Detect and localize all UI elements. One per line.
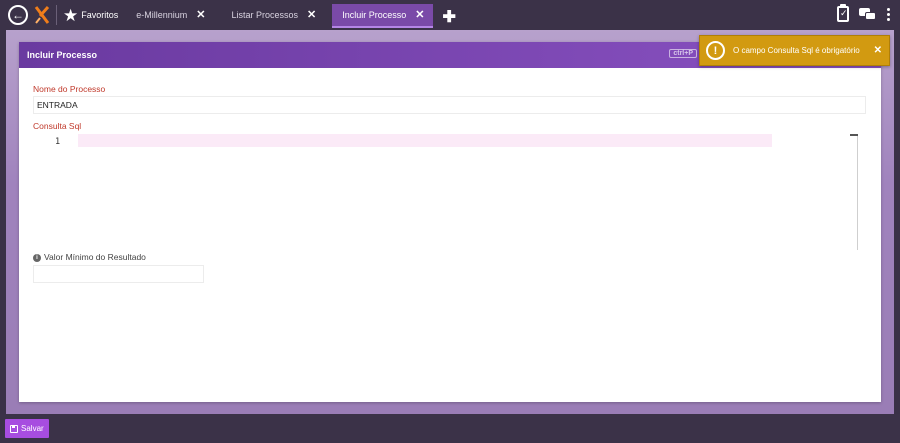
clipboard-check-icon[interactable] [837, 4, 849, 22]
toast-close-icon[interactable]: ✕ [874, 45, 882, 56]
save-button[interactable]: Salvar [5, 419, 49, 438]
exclamation-circle-icon: ! [706, 41, 725, 60]
editor-scrollbar[interactable] [857, 134, 858, 250]
nome-processo-input[interactable]: ENTRADA [33, 96, 866, 114]
app-logo-icon[interactable] [34, 6, 50, 24]
nome-processo-value: ENTRADA [37, 100, 78, 110]
tab-label: e-Millennium [136, 10, 188, 20]
active-line-highlight [78, 134, 772, 147]
workspace: Incluir Processo ctrl+P Nome do Processo… [6, 30, 894, 414]
back-button[interactable]: ← [8, 5, 28, 25]
back-arrow-icon: ← [12, 8, 24, 22]
top-right-actions [837, 4, 890, 22]
panel-title: Incluir Processo [27, 50, 98, 60]
chat-bubbles-icon[interactable] [859, 7, 877, 21]
floppy-disk-icon [10, 424, 18, 433]
kebab-menu-icon[interactable] [887, 7, 890, 21]
shortcut-hint: ctrl+P [669, 49, 701, 58]
save-label: Salvar [21, 424, 44, 433]
info-circle-icon: i [33, 253, 41, 262]
tab-incluir-processo[interactable]: Incluir Processo ✕ [332, 4, 433, 28]
tab-listar-processos[interactable]: Listar Processos ✕ [222, 4, 325, 26]
star-icon: ★ [63, 5, 79, 25]
close-tab-icon[interactable]: ✕ [415, 9, 424, 21]
tab-label: Incluir Processo [342, 10, 407, 20]
valor-minimo-label: i Valor Mínimo do Resultado [33, 252, 146, 262]
validation-toast: ! O campo Consulta Sql é obrigatório ✕ [699, 35, 890, 66]
form-panel: Incluir Processo ctrl+P Nome do Processo… [19, 42, 881, 402]
tab-label: Listar Processos [231, 10, 299, 20]
favorites-label: Favoritos [81, 10, 119, 20]
scrollbar-marker [850, 134, 858, 136]
sql-editor[interactable]: 1 [33, 134, 863, 250]
add-tab-icon[interactable]: ✚ [443, 10, 456, 26]
valor-minimo-input[interactable] [33, 265, 204, 283]
favorites-button[interactable]: ★ Favoritos [63, 7, 118, 24]
bottom-bar: Salvar [0, 414, 900, 443]
line-number: 1 [55, 137, 61, 147]
shortcut-key: ctrl+P [669, 49, 697, 58]
consulta-sql-label: Consulta Sql [33, 121, 82, 131]
close-tab-icon[interactable]: ✕ [307, 9, 316, 21]
toast-message: O campo Consulta Sql é obrigatório [733, 46, 860, 55]
close-tab-icon[interactable]: ✕ [196, 9, 205, 21]
top-bar: ← ★ Favoritos e-Millennium ✕ Listar Proc… [0, 0, 900, 30]
nome-processo-label: Nome do Processo [33, 84, 106, 94]
divider [56, 5, 57, 25]
tab-e-millennium[interactable]: e-Millennium ✕ [126, 4, 213, 26]
